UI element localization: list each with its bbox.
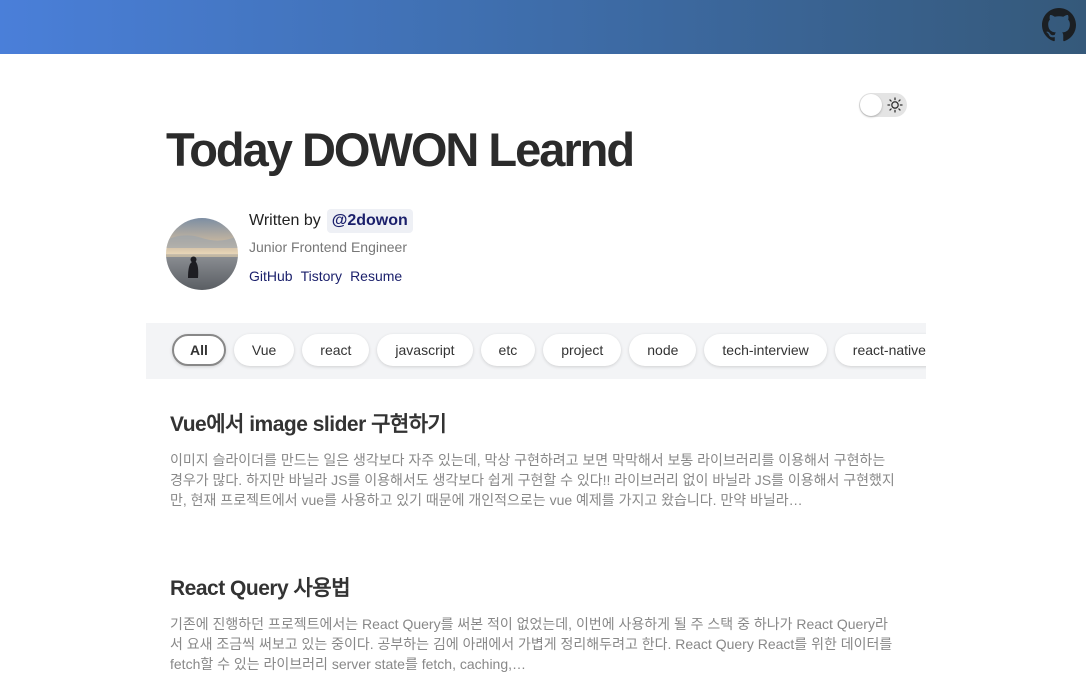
github-link[interactable]: GitHub (249, 268, 293, 284)
post-title[interactable]: React Query 사용법 (170, 572, 900, 602)
social-links: GitHub Tistory Resume (249, 268, 413, 284)
post-item[interactable]: Vue에서 image slider 구현하기 이미지 슬라이더를 만드는 일은… (170, 408, 900, 510)
top-header-bar (0, 0, 1086, 54)
author-handle[interactable]: @2dowon (326, 209, 413, 233)
category-tech-interview[interactable]: tech-interview (704, 334, 827, 366)
category-list: All Vue react javascript etc project nod… (172, 334, 926, 366)
category-etc[interactable]: etc (480, 334, 536, 366)
sun-icon (887, 97, 903, 113)
theme-toggle[interactable] (859, 93, 907, 117)
post-item[interactable]: React Query 사용법 기존에 진행하던 프로젝트에서는 React Q… (170, 572, 900, 674)
blog-title[interactable]: Today DOWON Learnd (166, 118, 635, 182)
category-node[interactable]: node (629, 334, 697, 366)
category-bar: All Vue react javascript etc project nod… (146, 323, 926, 379)
category-react-native[interactable]: react-native (834, 334, 926, 366)
author-role: Junior Frontend Engineer (249, 239, 407, 255)
toggle-knob (860, 94, 882, 116)
avatar (166, 218, 238, 290)
post-excerpt: 이미지 슬라이더를 만드는 일은 생각보다 자주 있는데, 막상 구현하려고 보… (170, 452, 895, 508)
written-by-line: Written by @2dowon (249, 206, 413, 236)
category-javascript[interactable]: javascript (377, 334, 473, 366)
post-title[interactable]: Vue에서 image slider 구현하기 (170, 408, 900, 438)
resume-link[interactable]: Resume (350, 268, 402, 284)
category-react[interactable]: react (302, 334, 370, 366)
tistory-link[interactable]: Tistory (301, 268, 342, 284)
category-project[interactable]: project (543, 334, 622, 366)
category-all[interactable]: All (172, 334, 226, 366)
written-by-label: Written by (249, 212, 321, 229)
author-bio: Written by @2dowon Junior Frontend Engin… (249, 206, 413, 284)
category-vue[interactable]: Vue (233, 334, 295, 366)
github-icon[interactable] (1042, 8, 1076, 42)
post-excerpt: 기존에 진행하던 프로젝트에서는 React Query를 써본 적이 없었는데… (170, 616, 893, 672)
